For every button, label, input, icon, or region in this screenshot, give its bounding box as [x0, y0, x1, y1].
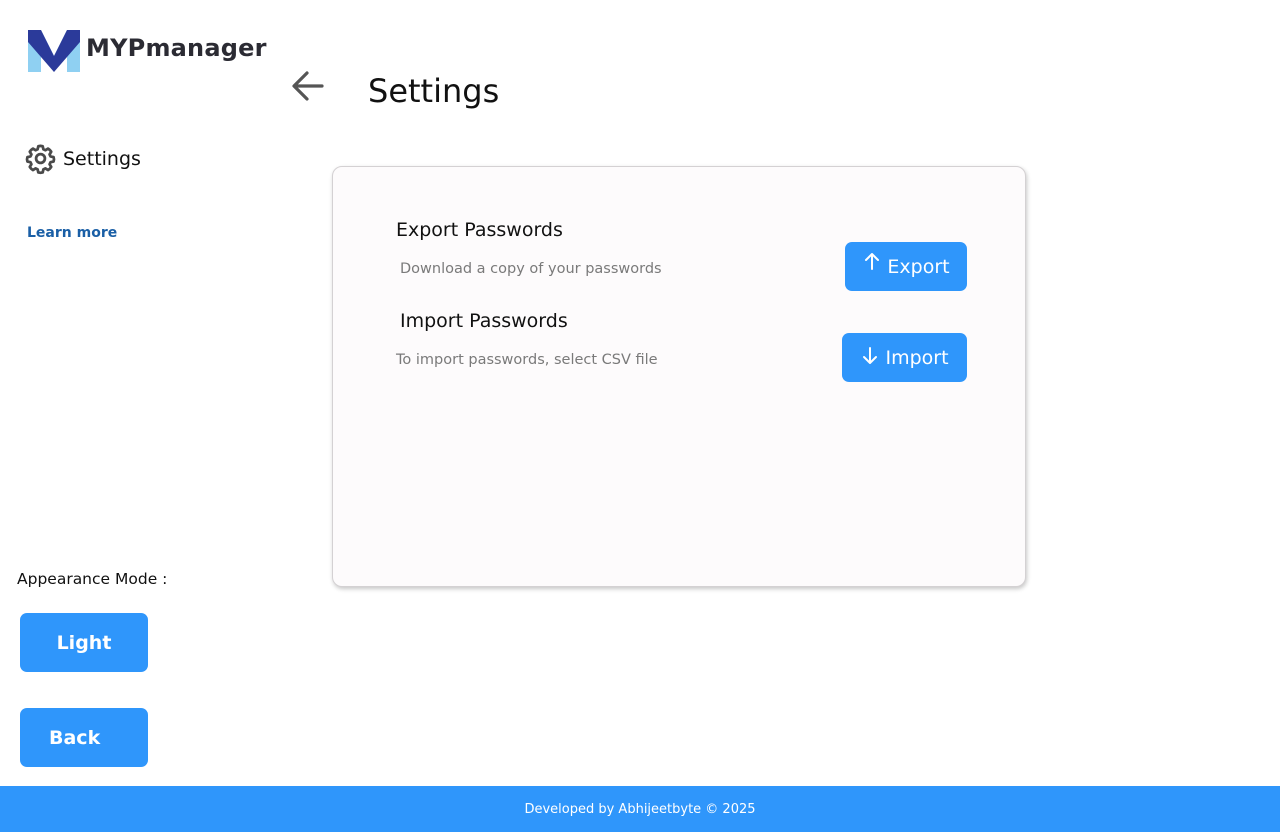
arrow-up-icon [865, 252, 880, 270]
logo-icon [28, 30, 80, 72]
import-section-description: To import passwords, select CSV file [396, 352, 658, 368]
footer: Developed by Abhijeetbyte © 2025 [0, 786, 1280, 832]
import-button-label: Import [885, 346, 949, 369]
back-button[interactable]: Back [20, 708, 148, 767]
import-section-title: Import Passwords [400, 310, 568, 332]
page-title: Settings [368, 72, 500, 110]
brand-name: MYPmanager [86, 34, 267, 62]
light-mode-button[interactable]: Light [20, 613, 148, 672]
arrow-down-icon [863, 346, 878, 364]
settings-card: Export Passwords Download a copy of your… [332, 166, 1026, 587]
export-section-description: Download a copy of your passwords [400, 261, 662, 277]
footer-text: Developed by Abhijeetbyte © 2025 [524, 801, 756, 817]
brand-logo: MYPmanager [26, 28, 267, 74]
learn-more-link[interactable]: Learn more [27, 225, 117, 241]
import-button[interactable]: Import [842, 333, 967, 382]
back-arrow-button[interactable] [288, 66, 328, 106]
export-button-label: Export [887, 255, 950, 278]
arrow-left-icon [292, 71, 324, 101]
export-section-title: Export Passwords [396, 219, 563, 241]
export-button[interactable]: Export [845, 242, 967, 291]
sidebar-item-settings[interactable]: Settings [24, 142, 141, 175]
sidebar-item-label: Settings [63, 147, 141, 170]
gear-icon [25, 144, 56, 175]
appearance-mode-label: Appearance Mode : [17, 570, 168, 588]
